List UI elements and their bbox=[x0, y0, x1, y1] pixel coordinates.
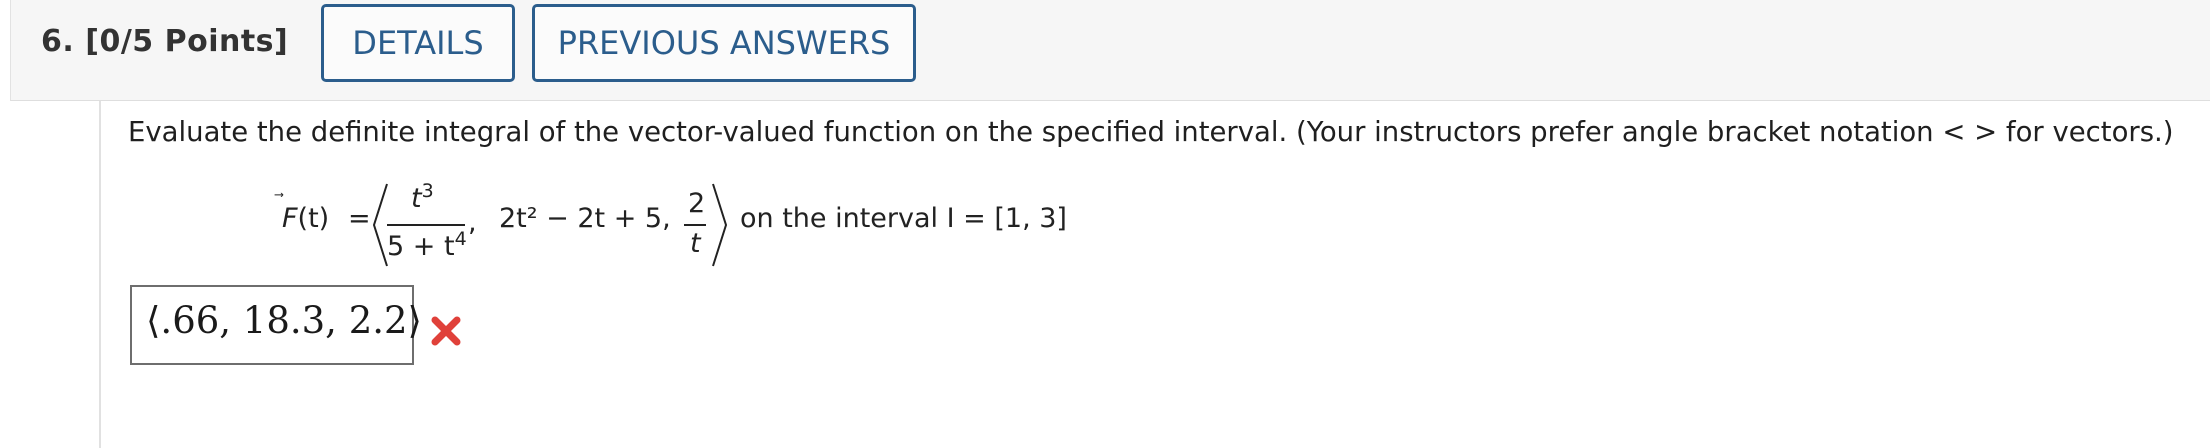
right-angle-bracket-icon bbox=[712, 183, 728, 267]
fraction3-numerator: 2 bbox=[688, 188, 706, 219]
answer-box[interactable]: ⟨.66, 18.3, 2.2⟩ bbox=[130, 285, 422, 365]
question-points: [0/5 Points] bbox=[85, 24, 289, 59]
previous-answers-button[interactable]: PREVIOUS ANSWERS bbox=[532, 4, 916, 82]
vector-function-formula: ⃗ F(t) = t3 5 + t4 , 2t² − 2t + 5, 2 t o… bbox=[282, 180, 1082, 272]
question-prompt: Evaluate the definite integral of the ve… bbox=[128, 116, 2174, 148]
incorrect-x-icon bbox=[431, 316, 461, 346]
question-number: 6. bbox=[41, 24, 75, 59]
details-button[interactable]: DETAILS bbox=[321, 4, 515, 82]
fraction3-denominator: t bbox=[690, 228, 701, 259]
second-component: 2t² − 2t + 5, bbox=[499, 203, 671, 234]
interval-text: on the interval I = [1, 3] bbox=[740, 203, 1067, 234]
fraction1-denominator: 5 + t4 bbox=[387, 228, 467, 262]
fraction1-bar bbox=[387, 224, 465, 226]
fraction1-numerator: t3 bbox=[411, 180, 434, 214]
function-name: ⃗ F(t) bbox=[282, 203, 330, 234]
fraction3-bar bbox=[684, 224, 706, 226]
question-title: 6. [0/5 Points] bbox=[41, 24, 288, 59]
equals-sign: = bbox=[348, 203, 371, 234]
question-header: 6. [0/5 Points] DETAILS PREVIOUS ANSWERS bbox=[10, 0, 2210, 101]
comma-separator: , bbox=[468, 207, 477, 238]
content-left-rule bbox=[99, 101, 101, 448]
answer-value: ⟨.66, 18.3, 2.2⟩ bbox=[146, 299, 422, 342]
